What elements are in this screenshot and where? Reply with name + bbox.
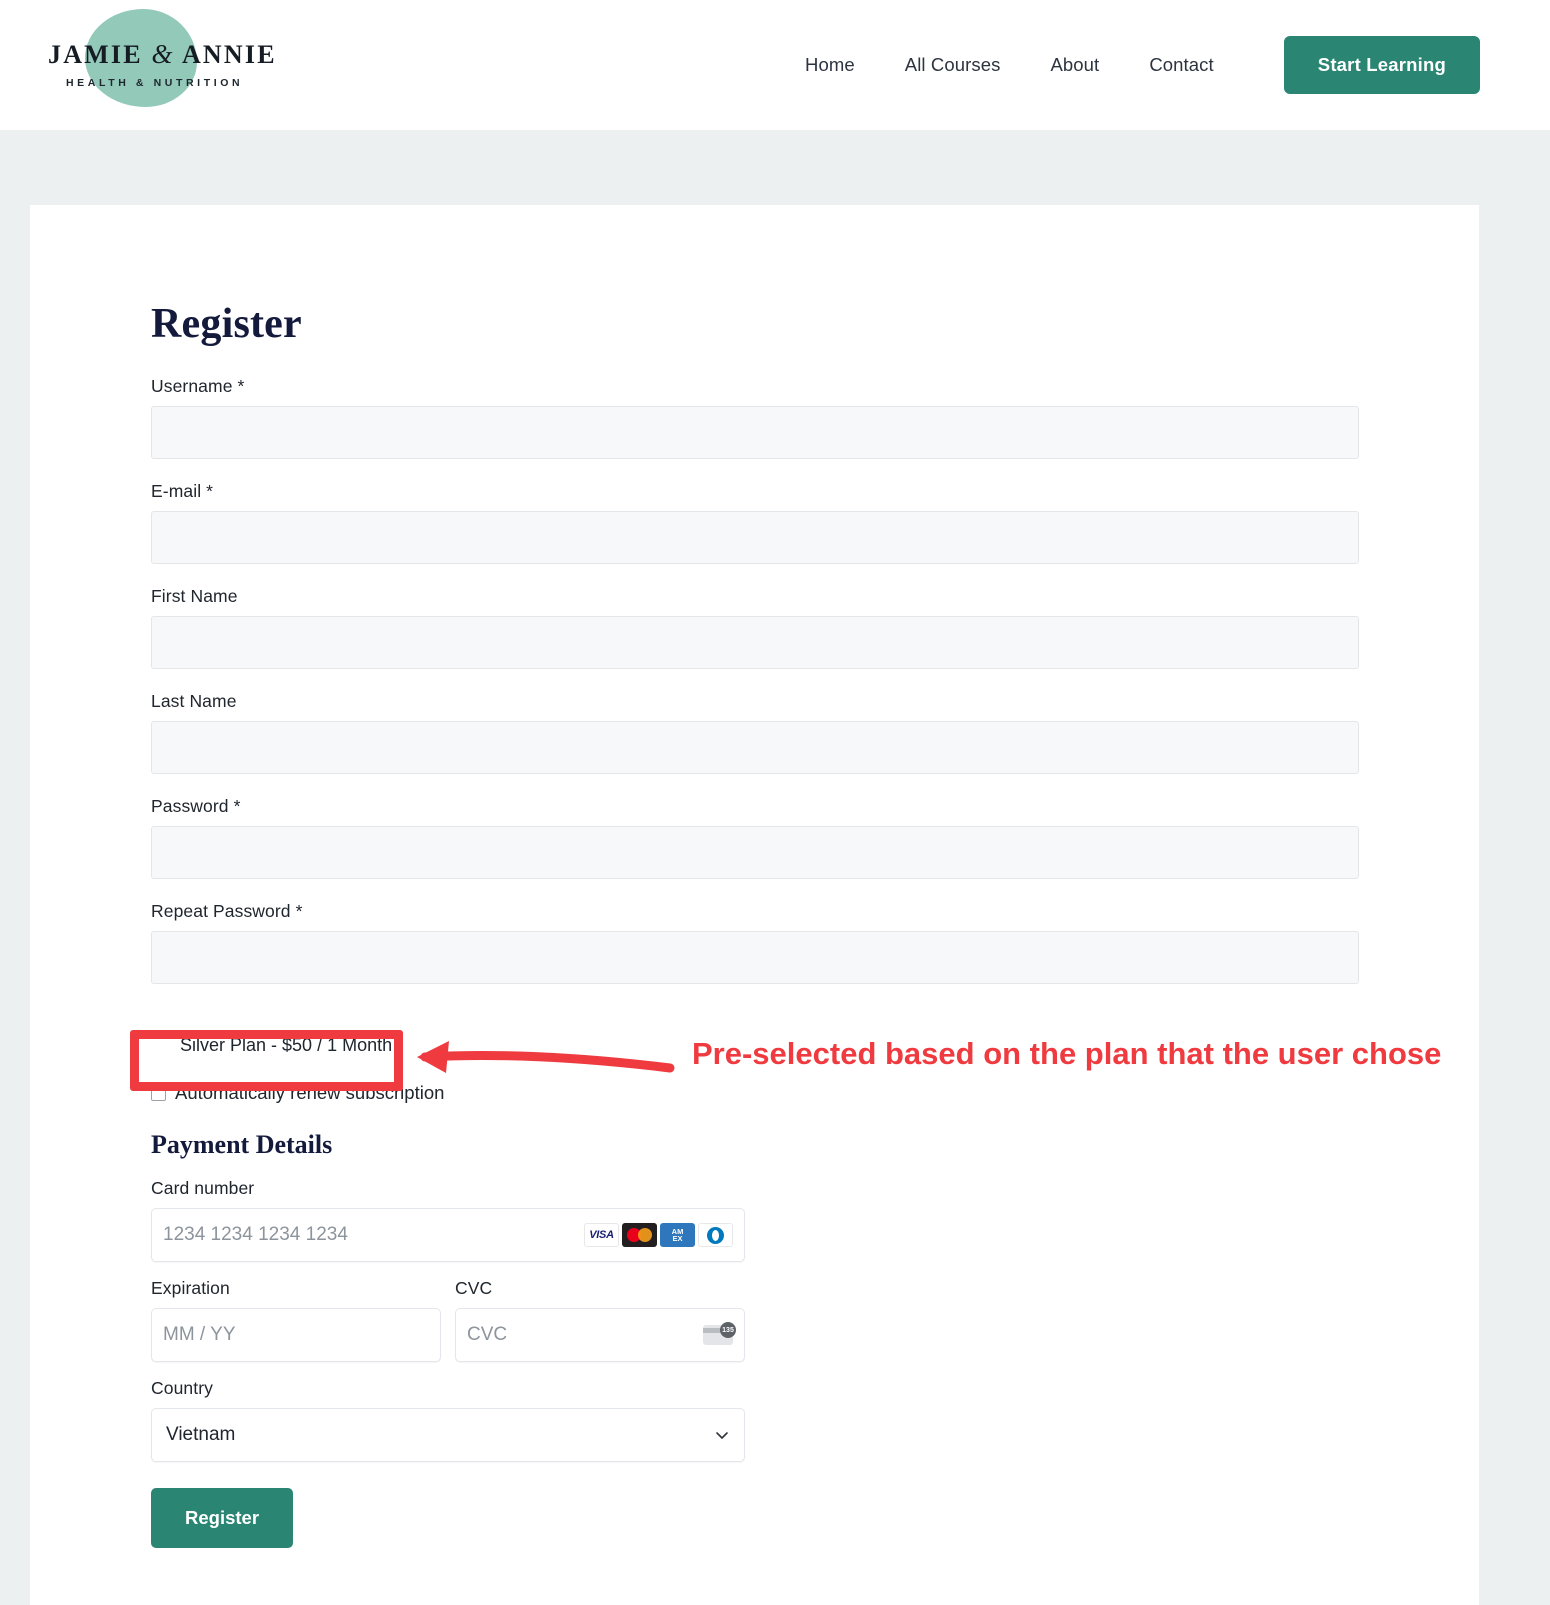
field-card-number: Card number 1234 1234 1234 1234 VISA AM E… xyxy=(151,1178,1401,1262)
email-input[interactable] xyxy=(151,511,1359,564)
logo-ampersand: & xyxy=(151,39,175,69)
page-title: Register xyxy=(151,301,302,347)
nav-item-home[interactable]: Home xyxy=(780,44,880,86)
field-label-last-name: Last Name xyxy=(151,691,237,711)
nav-item-about[interactable]: About xyxy=(1025,44,1124,86)
field-email: E-mail * xyxy=(151,481,1401,564)
logo-word-jamie: JAMIE xyxy=(48,40,152,69)
diners-club-icon xyxy=(698,1223,733,1247)
chevron-down-icon xyxy=(716,1432,728,1439)
main-navigation: Home All Courses About Contact Start Lea… xyxy=(780,36,1480,94)
amex-icon: AM EX xyxy=(660,1223,695,1247)
field-last-name: Last Name xyxy=(151,691,1401,774)
field-label-username: Username * xyxy=(151,376,245,396)
site-logo[interactable]: JAMIE & ANNIE HEALTH & NUTRITION xyxy=(24,7,324,123)
register-card: Register Username * E-mail * First Name … xyxy=(30,205,1479,1605)
password-input[interactable] xyxy=(151,826,1359,879)
register-submit-button[interactable]: Register xyxy=(151,1488,294,1548)
username-input[interactable] xyxy=(151,406,1359,459)
cvc-badge-number: 135 xyxy=(720,1322,736,1338)
field-label-repeat-password: Repeat Password * xyxy=(151,901,303,921)
card-number-placeholder: 1234 1234 1234 1234 xyxy=(163,1224,348,1245)
field-label-first-name: First Name xyxy=(151,586,238,606)
field-label-expiration: Expiration xyxy=(151,1278,230,1298)
field-repeat-password: Repeat Password * xyxy=(151,901,1401,984)
expiration-input[interactable]: MM / YY xyxy=(151,1308,441,1362)
repeat-password-input[interactable] xyxy=(151,931,1359,984)
cvc-placeholder: CVC xyxy=(467,1324,508,1345)
expiration-placeholder: MM / YY xyxy=(163,1324,236,1345)
country-select[interactable]: Vietnam xyxy=(151,1408,745,1462)
field-username: Username * xyxy=(151,376,1401,459)
logo-primary-text: JAMIE & ANNIE xyxy=(24,41,324,68)
auto-renew-label: Automatically renew subscription xyxy=(175,1082,445,1103)
card-brand-icons: VISA AM EX xyxy=(584,1223,733,1247)
expiration-cvc-row: Expiration MM / YY CVC CVC 135 xyxy=(151,1278,1401,1362)
logo-word-annie: ANNIE xyxy=(174,40,277,69)
card-number-input[interactable]: 1234 1234 1234 1234 VISA AM EX xyxy=(151,1208,745,1262)
start-learning-button[interactable]: Start Learning xyxy=(1283,36,1480,94)
nav-item-all-courses[interactable]: All Courses xyxy=(880,44,1026,86)
field-expiration: Expiration MM / YY xyxy=(151,1278,441,1362)
visa-icon: VISA xyxy=(584,1223,619,1247)
field-label-country: Country xyxy=(151,1378,213,1398)
field-label-cvc: CVC xyxy=(455,1278,493,1298)
mastercard-icon xyxy=(622,1223,657,1247)
field-country: Country Vietnam xyxy=(151,1378,1401,1462)
field-password: Password * xyxy=(151,796,1401,879)
field-label-password: Password * xyxy=(151,796,241,816)
cvc-input[interactable]: CVC 135 xyxy=(455,1308,745,1362)
field-label-email: E-mail * xyxy=(151,481,214,501)
auto-renew-checkbox[interactable] xyxy=(151,1085,166,1101)
cvc-card-icon: 135 xyxy=(703,1322,736,1345)
country-selected-value: Vietnam xyxy=(166,1424,236,1445)
field-label-card-number: Card number xyxy=(151,1178,255,1198)
last-name-input[interactable] xyxy=(151,721,1359,774)
selected-plan-label: Silver Plan - $50 / 1 Month xyxy=(180,1035,393,1055)
annotation-text: Pre-selected based on the plan that the … xyxy=(692,1036,1442,1071)
field-cvc: CVC CVC 135 xyxy=(455,1278,745,1362)
logo-tagline: HEALTH & NUTRITION xyxy=(66,77,244,89)
payment-details-title: Payment Details xyxy=(151,1130,333,1159)
field-first-name: First Name xyxy=(151,586,1401,669)
site-header: JAMIE & ANNIE HEALTH & NUTRITION Home Al… xyxy=(0,0,1550,130)
auto-renew-row[interactable]: Automatically renew subscription xyxy=(151,1082,1401,1104)
first-name-input[interactable] xyxy=(151,616,1359,669)
register-form: Register Username * E-mail * First Name … xyxy=(151,300,1401,1548)
nav-item-contact[interactable]: Contact xyxy=(1124,44,1238,86)
